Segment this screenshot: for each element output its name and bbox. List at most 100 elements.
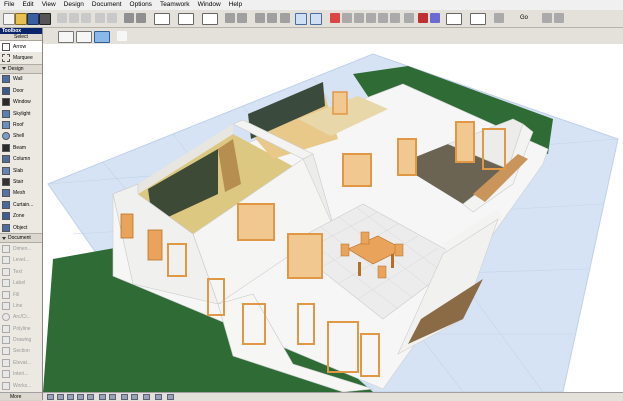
projection-icon[interactable] — [131, 394, 138, 400]
unlock-icon[interactable] — [267, 13, 277, 23]
menu-edit[interactable]: Edit — [18, 0, 37, 10]
model-view-icon[interactable] — [202, 13, 218, 25]
save-icon[interactable] — [27, 13, 39, 25]
rectangle-selection-icon[interactable] — [76, 31, 92, 43]
ungroup-icon[interactable] — [237, 13, 247, 23]
geometry-method-icon[interactable] — [58, 31, 74, 43]
tool-label: Window — [13, 99, 31, 106]
trim-icon[interactable] — [330, 13, 340, 23]
undo-icon[interactable] — [95, 13, 105, 23]
tool-label: Arrow — [13, 43, 27, 50]
menu-help[interactable]: Help — [225, 0, 246, 10]
tool-mesh[interactable]: Mesh — [0, 188, 42, 199]
menu-options[interactable]: Options — [126, 0, 156, 10]
offset-icon[interactable] — [366, 13, 376, 23]
previous-zoom-icon[interactable] — [77, 394, 84, 400]
zoom-in-icon[interactable] — [47, 394, 54, 400]
design-section-header[interactable]: Design — [0, 63, 42, 74]
tool-wall[interactable]: Wall — [0, 74, 42, 85]
fit-window-icon[interactable] — [67, 394, 74, 400]
go-button[interactable]: Go — [520, 13, 528, 23]
next-zoom-icon[interactable] — [87, 394, 94, 400]
menu-file[interactable]: File — [0, 0, 18, 10]
tool-marquee[interactable]: Marquee — [0, 52, 42, 63]
menu-teamwork[interactable]: Teamwork — [156, 0, 194, 10]
menu-document[interactable]: Document — [88, 0, 126, 10]
pan-icon[interactable] — [109, 394, 116, 400]
tool-text[interactable]: Text — [0, 266, 42, 277]
pen-set-icon[interactable] — [178, 13, 194, 25]
intersect-icon[interactable] — [342, 13, 352, 23]
tool-level-dimension[interactable]: Level... — [0, 255, 42, 266]
floor-plan-icon[interactable] — [295, 13, 307, 25]
inject-icon[interactable] — [136, 13, 146, 23]
group-icon[interactable] — [225, 13, 235, 23]
layer-icon[interactable] — [280, 13, 290, 23]
cursor-icon[interactable] — [117, 31, 127, 41]
menu-window[interactable]: Window — [194, 0, 225, 10]
tool-line[interactable]: Line — [0, 300, 42, 311]
more-tools-button[interactable]: More — [0, 392, 42, 400]
navigator-icon[interactable] — [554, 13, 564, 23]
mirror-icon[interactable] — [404, 13, 414, 23]
tool-object[interactable]: Object — [0, 222, 42, 233]
new-file-icon[interactable] — [3, 13, 15, 25]
render-mode-icon[interactable] — [167, 394, 174, 400]
select-section-label: Select — [0, 34, 42, 41]
redo-icon[interactable] — [107, 13, 117, 23]
render-icon[interactable] — [418, 13, 428, 23]
layer-combo-icon[interactable] — [154, 13, 170, 25]
perspective-icon[interactable] — [430, 13, 440, 23]
menu-view[interactable]: View — [38, 0, 60, 10]
target-icon[interactable] — [542, 13, 552, 23]
tool-zone[interactable]: Zone — [0, 210, 42, 221]
copy-icon[interactable] — [69, 13, 79, 23]
document-section-header[interactable]: Document — [0, 233, 42, 244]
3d-model-scene[interactable] — [43, 44, 623, 392]
tool-beam[interactable]: Beam — [0, 142, 42, 153]
arc-circle-icon — [2, 313, 10, 322]
tool-drawing[interactable]: Drawing — [0, 334, 42, 345]
pick-up-icon[interactable] — [124, 13, 134, 23]
tool-door[interactable]: Door — [0, 85, 42, 96]
tool-label[interactable]: Label — [0, 277, 42, 288]
cut-icon[interactable] — [57, 13, 67, 23]
orbit-icon[interactable] — [99, 394, 106, 400]
tool-column[interactable]: Column — [0, 154, 42, 165]
tool-interior-elevation[interactable]: Interi... — [0, 369, 42, 380]
3d-viewport[interactable] — [43, 44, 623, 392]
zoom-out-icon[interactable] — [57, 394, 64, 400]
print-icon[interactable] — [39, 13, 51, 25]
tool-label: Text — [13, 268, 23, 275]
explore-icon[interactable] — [494, 13, 504, 23]
tool-dimension[interactable]: Dimen... — [0, 243, 42, 254]
3d-window-icon[interactable] — [310, 13, 322, 25]
view-settings-icon[interactable] — [143, 394, 150, 400]
rotated-rectangle-icon[interactable] — [94, 31, 110, 43]
adjust-icon[interactable] — [354, 13, 364, 23]
view-combo-icon[interactable] — [470, 13, 486, 25]
tool-window[interactable]: Window — [0, 97, 42, 108]
tool-fill[interactable]: Fill — [0, 289, 42, 300]
open-folder-icon[interactable] — [15, 13, 27, 25]
paste-icon[interactable] — [81, 13, 91, 23]
tool-slab[interactable]: Slab — [0, 165, 42, 176]
tool-arrow[interactable]: Arrow — [0, 41, 42, 53]
zoom-combo-icon[interactable] — [446, 13, 462, 25]
tool-polyline[interactable]: Polyline — [0, 323, 42, 334]
tool-stair[interactable]: Stair — [0, 176, 42, 187]
fillet-icon[interactable] — [378, 13, 388, 23]
camera-icon[interactable] — [155, 394, 162, 400]
tool-skylight[interactable]: Skylight — [0, 108, 42, 119]
menu-design[interactable]: Design — [60, 0, 88, 10]
walk-icon[interactable] — [121, 394, 128, 400]
tool-elevation[interactable]: Elevat... — [0, 357, 42, 368]
tool-curtain-wall[interactable]: Curtain... — [0, 199, 42, 210]
split-icon[interactable] — [390, 13, 400, 23]
tool-shell[interactable]: Shell — [0, 131, 42, 142]
tool-section[interactable]: Section — [0, 346, 42, 357]
tool-roof[interactable]: Roof — [0, 119, 42, 130]
tool-arc-circle[interactable]: Arc/Ci... — [0, 312, 42, 323]
lock-icon[interactable] — [255, 13, 265, 23]
tool-worksheet[interactable]: Works... — [0, 380, 42, 391]
